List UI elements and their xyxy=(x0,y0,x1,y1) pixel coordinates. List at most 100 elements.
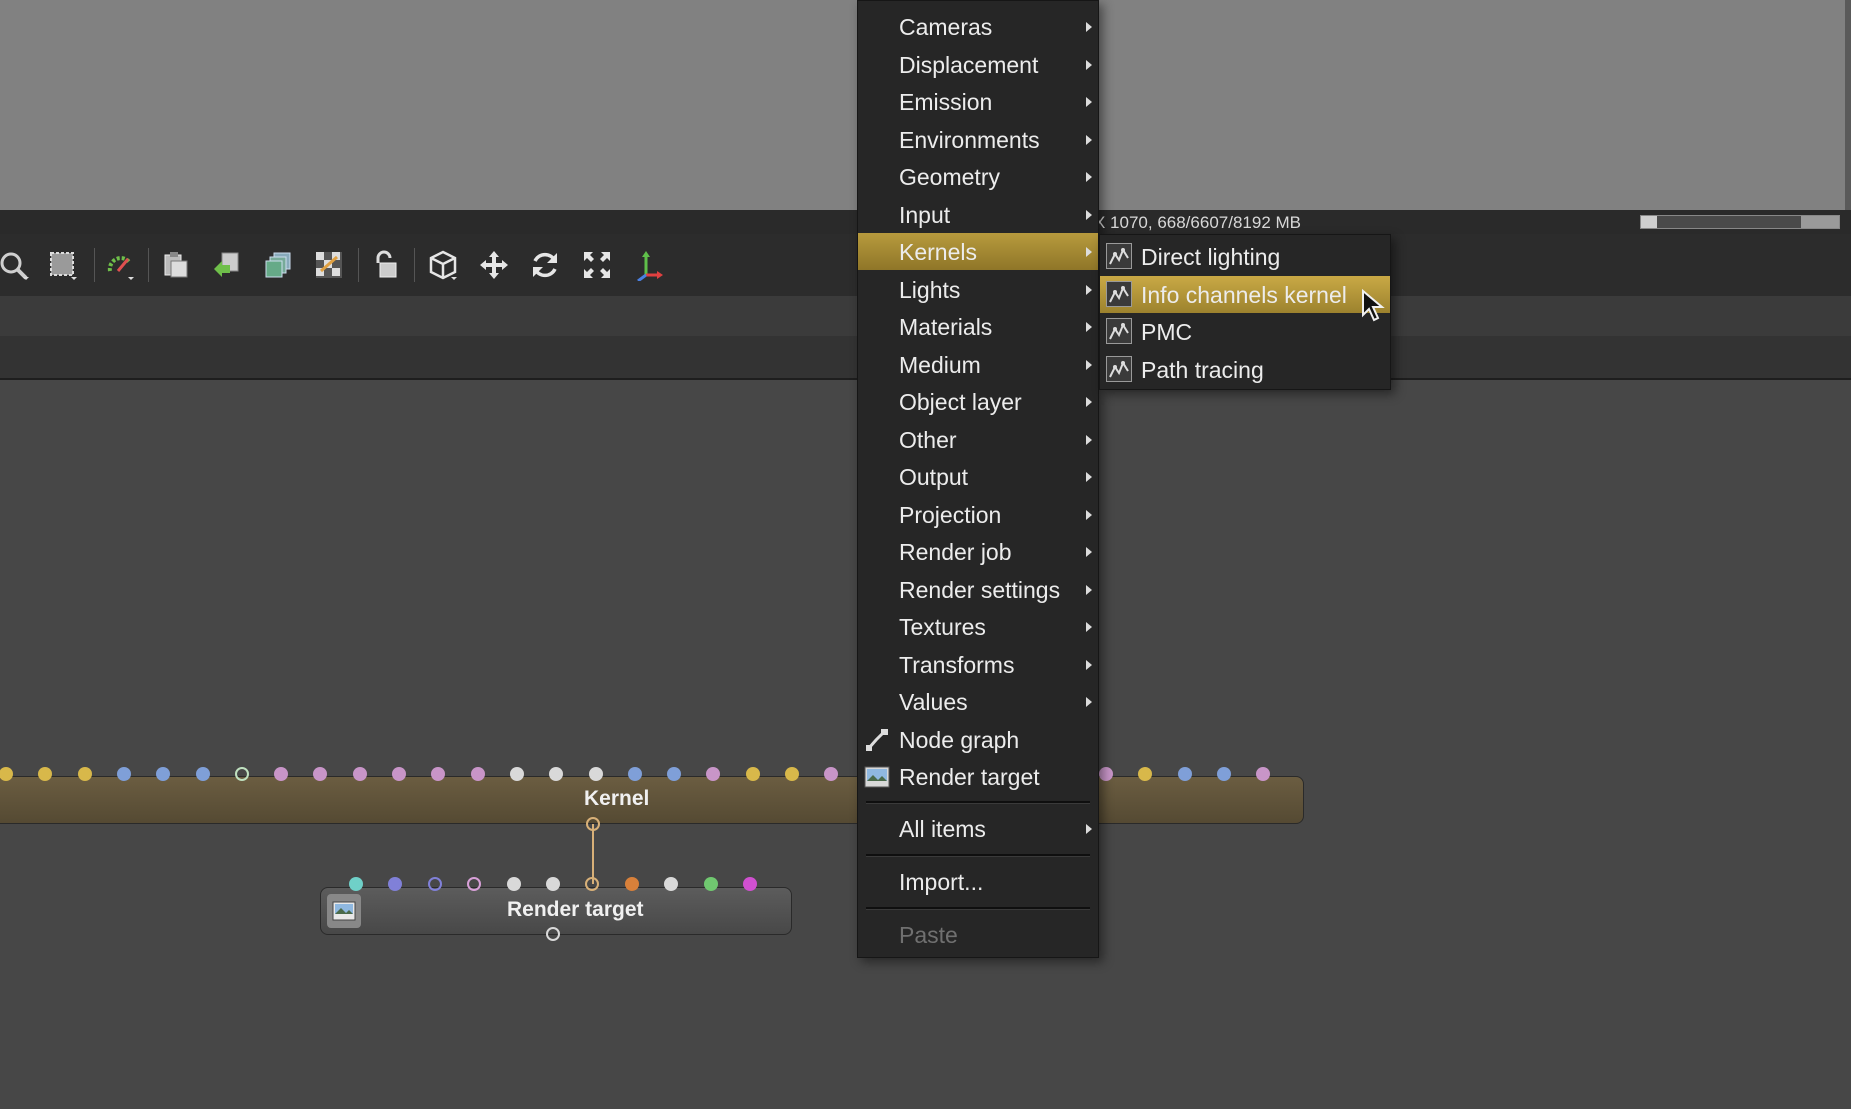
render-priority-icon[interactable] xyxy=(101,246,139,284)
menu-item-all-items[interactable]: All items xyxy=(858,810,1098,847)
kernel-input-pin[interactable] xyxy=(116,767,131,781)
render-target-input-pin[interactable] xyxy=(743,877,757,891)
menu-item-displacement[interactable]: Displacement xyxy=(858,46,1098,83)
checker-icon[interactable] xyxy=(310,246,348,284)
menu-item-label: Import... xyxy=(899,869,984,895)
node-graph-icon xyxy=(864,728,890,752)
clone-icon[interactable] xyxy=(259,246,297,284)
gpu-memory-reserved xyxy=(1801,216,1839,228)
menu-item-projection[interactable]: Projection xyxy=(858,496,1098,533)
kernel-to-render-target-link xyxy=(592,824,594,884)
submenu-item-info-channels-kernel[interactable]: Info channels kernel xyxy=(1100,275,1390,313)
menu-item-object-layer[interactable]: Object layer xyxy=(858,383,1098,420)
cube-view-icon[interactable] xyxy=(424,246,462,284)
kernel-input-pin[interactable] xyxy=(470,767,485,781)
menu-item-textures[interactable]: Textures xyxy=(858,608,1098,645)
menu-item-environments[interactable]: Environments xyxy=(858,121,1098,158)
submenu-arrow-icon xyxy=(1086,22,1092,32)
render-target-input-pin[interactable] xyxy=(624,877,639,891)
render-target-input-pin[interactable] xyxy=(703,877,718,891)
menu-item-transforms[interactable]: Transforms xyxy=(858,646,1098,683)
render-target-output-pin[interactable] xyxy=(546,927,560,941)
kernel-input-pin[interactable] xyxy=(352,767,367,781)
copy-icon[interactable] xyxy=(156,246,194,284)
menu-item-geometry[interactable]: Geometry xyxy=(858,158,1098,195)
submenu-item-path-tracing[interactable]: Path tracing xyxy=(1100,351,1390,388)
render-target-input-pin[interactable] xyxy=(427,877,442,891)
menu-item-render-target[interactable]: Render target xyxy=(858,758,1098,795)
menu-item-materials[interactable]: Materials xyxy=(858,308,1098,345)
menu-item-medium[interactable]: Medium xyxy=(858,346,1098,383)
kernel-input-pin[interactable] xyxy=(274,767,289,781)
menu-item-label: Emission xyxy=(899,89,993,115)
lock-icon[interactable] xyxy=(367,246,405,284)
submenu-arrow-icon xyxy=(1086,509,1092,520)
menu-item-input[interactable]: Input xyxy=(858,196,1098,233)
kernel-input-pin[interactable] xyxy=(392,767,406,781)
render-target-input-pin[interactable] xyxy=(349,877,363,891)
kernel-input-pin[interactable] xyxy=(745,767,760,781)
submenu-item-pmc[interactable]: PMC xyxy=(1100,313,1390,350)
submenu-item-direct-lighting[interactable]: Direct lighting xyxy=(1100,238,1390,275)
kernel-output-pin[interactable] xyxy=(586,817,600,831)
menu-item-values[interactable]: Values xyxy=(858,683,1098,720)
kernel-input-pin[interactable] xyxy=(588,767,603,781)
menu-item-render-settings[interactable]: Render settings xyxy=(858,571,1098,608)
menu-separator xyxy=(866,907,1090,910)
paste-icon[interactable] xyxy=(207,246,245,284)
menu-item-label: Displacement xyxy=(899,51,1039,78)
kernel-input-pin[interactable] xyxy=(667,767,682,781)
submenu-arrow-icon xyxy=(1086,59,1092,70)
menu-item-other[interactable]: Other xyxy=(858,421,1098,458)
kernel-input-pin[interactable] xyxy=(785,767,799,781)
kernel-input-pin[interactable] xyxy=(77,767,92,781)
menu-item-kernels[interactable]: Kernels xyxy=(858,233,1098,270)
kernel-node[interactable]: Kernel xyxy=(0,776,1304,824)
menu-item-emission[interactable]: Emission xyxy=(858,83,1098,120)
menu-item-label: Values xyxy=(899,689,968,715)
kernel-input-pin[interactable] xyxy=(234,767,249,781)
zoom-icon[interactable] xyxy=(0,246,34,284)
menu-item-output[interactable]: Output xyxy=(858,458,1098,495)
submenu-arrow-icon xyxy=(1086,247,1092,257)
kernel-input-pin[interactable] xyxy=(509,767,524,781)
gpu-memory-bar xyxy=(1640,215,1840,229)
rotate-icon[interactable] xyxy=(526,246,564,284)
menu-item-label: Render settings xyxy=(899,576,1061,603)
menu-item-cameras[interactable]: Cameras xyxy=(858,8,1098,45)
submenu-item-label: Info channels kernel xyxy=(1141,281,1347,308)
render-target-input-pin[interactable] xyxy=(546,877,560,891)
kernel-input-pin[interactable] xyxy=(627,767,642,781)
submenu-item-label: Direct lighting xyxy=(1141,244,1281,270)
menu-separator xyxy=(866,854,1090,857)
submenu-arrow-icon xyxy=(1086,172,1092,182)
submenu-arrow-icon xyxy=(1086,824,1092,834)
kernel-input-pin[interactable] xyxy=(1177,767,1192,781)
kernel-input-pin[interactable] xyxy=(1216,767,1231,781)
menu-item-node-graph[interactable]: Node graph xyxy=(858,721,1098,758)
menu-item-label: Projection xyxy=(899,501,1002,528)
menu-item-label: Textures xyxy=(899,614,986,640)
fit-icon[interactable] xyxy=(578,246,616,284)
menu-item-import[interactable]: Import... xyxy=(858,863,1098,900)
menu-item-label: Output xyxy=(899,464,969,490)
axis-gizmo-icon[interactable] xyxy=(629,246,667,284)
region-select-icon[interactable] xyxy=(44,246,82,284)
create-node-context-menu: Cameras Displacement Emission Environments G… xyxy=(857,0,1099,958)
menu-item-label: All items xyxy=(899,816,986,842)
viewport-scrollbar[interactable] xyxy=(1845,0,1851,210)
menu-item-label: Environments xyxy=(899,126,1040,153)
menu-item-label: Kernels xyxy=(899,239,977,265)
menu-item-lights[interactable]: Lights xyxy=(858,271,1098,308)
submenu-arrow-icon xyxy=(1086,659,1092,670)
menu-item-label: Input xyxy=(899,201,951,228)
kernel-input-pin[interactable] xyxy=(195,767,210,781)
move-icon[interactable] xyxy=(475,246,513,284)
menu-item-render-job[interactable]: Render job xyxy=(858,533,1098,570)
menu-item-label: Lights xyxy=(899,276,961,303)
gpu-memory-fill xyxy=(1641,216,1657,228)
submenu-item-label: Path tracing xyxy=(1141,356,1264,383)
render-target-input-pin[interactable] xyxy=(506,877,521,891)
submenu-arrow-icon xyxy=(1086,397,1092,407)
kernel-input-pin[interactable] xyxy=(1099,767,1113,781)
